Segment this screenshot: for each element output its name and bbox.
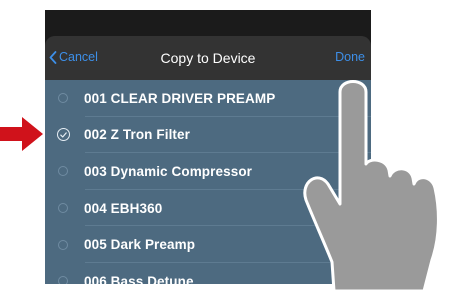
red-arrow-icon: [0, 117, 43, 151]
cancel-button[interactable]: Cancel: [49, 50, 98, 64]
list-item-label: 005 Dark Preamp: [84, 237, 196, 253]
list-item-label: 004 EBH360: [84, 200, 163, 216]
done-button[interactable]: Done: [335, 50, 365, 64]
checkmark-circle-icon[interactable]: [57, 128, 70, 142]
chevron-left-icon: [49, 50, 57, 64]
radio-unchecked-icon[interactable]: [58, 239, 68, 250]
pointing-hand-icon: [303, 80, 440, 291]
tutorial-screenshot: Cancel Copy to Device Done 001 CLEAR DRI…: [0, 0, 452, 291]
list-item-label: 002 Z Tron Filter: [84, 127, 190, 143]
radio-unchecked-icon[interactable]: [58, 93, 68, 104]
radio-unchecked-icon[interactable]: [58, 203, 68, 214]
radio-unchecked-icon[interactable]: [58, 166, 68, 177]
cancel-label: Cancel: [59, 50, 98, 64]
radio-unchecked-icon[interactable]: [58, 276, 68, 284]
list-item-label: 001 CLEAR DRIVER PREAMP: [84, 90, 276, 106]
list-item-label: 003 Dynamic Compressor: [84, 163, 253, 179]
list-item-label: 006 Bass Detune: [84, 273, 194, 284]
